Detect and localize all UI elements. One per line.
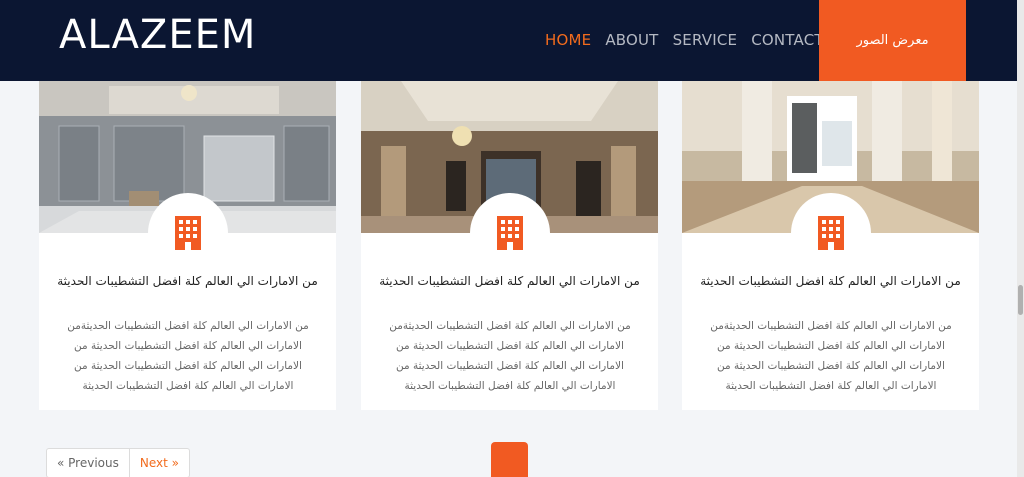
building-icon xyxy=(175,216,201,250)
service-card: من الامارات الي العالم كلة افضل التشطيبا… xyxy=(39,81,336,410)
main-nav: HOME ABOUT SERVICE CONTACT xyxy=(545,31,838,49)
back-to-top-button[interactable] xyxy=(491,442,528,477)
card-title: من الامارات الي العالم كلة افضل التشطيبا… xyxy=(700,274,961,288)
card-title: من الامارات الي العالم كلة افضل التشطيبا… xyxy=(379,274,640,288)
building-icon xyxy=(818,216,844,250)
card-text: من الامارات الي العالم كلة افضل التشطيبا… xyxy=(67,320,309,392)
navbar: ALAZEEM HOME ABOUT SERVICE CONTACT معرض … xyxy=(0,0,1017,81)
nav-about[interactable]: ABOUT xyxy=(605,31,658,49)
nav-service[interactable]: SERVICE xyxy=(673,31,738,49)
card-text: من الامارات الي العالم كلة افضل التشطيبا… xyxy=(710,320,952,392)
service-card: من الامارات الي العالم كلة افضل التشطيبا… xyxy=(682,81,979,410)
scrollbar-thumb[interactable] xyxy=(1018,285,1023,315)
pagination: « Previous Next » xyxy=(46,448,190,477)
card-icon-badge xyxy=(791,193,871,273)
card-title: من الامارات الي العالم كلة افضل التشطيبا… xyxy=(57,274,318,288)
page-scrollbar[interactable] xyxy=(1017,0,1024,477)
card-icon-badge xyxy=(148,193,228,273)
next-page-button[interactable]: Next » xyxy=(130,449,189,477)
previous-page-button[interactable]: « Previous xyxy=(47,449,130,477)
building-icon xyxy=(497,216,523,250)
card-icon-badge xyxy=(470,193,550,273)
nav-home[interactable]: HOME xyxy=(545,31,591,49)
brand-logo[interactable]: ALAZEEM xyxy=(59,12,256,58)
nav-contact[interactable]: CONTACT xyxy=(751,31,824,49)
service-card: من الامارات الي العالم كلة افضل التشطيبا… xyxy=(361,81,658,410)
card-text: من الامارات الي العالم كلة افضل التشطيبا… xyxy=(389,320,631,392)
gallery-button[interactable]: معرض الصور xyxy=(819,0,966,81)
